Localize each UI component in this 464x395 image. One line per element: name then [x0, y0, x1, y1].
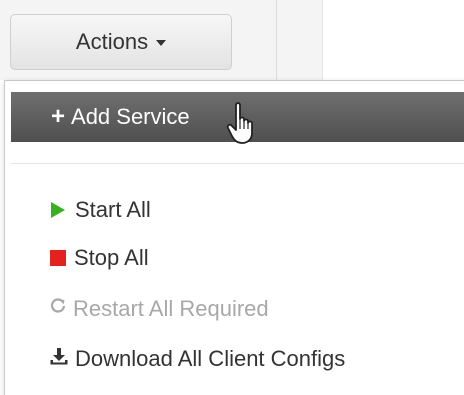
menu-item-label: Restart All Required [73, 296, 269, 321]
screen: Actions + Add Service Start All Stop All… [0, 0, 464, 395]
menu-item-label: Stop All [74, 245, 149, 270]
caret-down-icon [156, 40, 167, 46]
menu-item-restart-all-required[interactable]: Restart All Required [49, 292, 269, 326]
toolbar-divider-secondary [322, 0, 323, 80]
play-icon [51, 202, 65, 218]
menu-item-download-all-client-configs[interactable]: Download All Client Configs [49, 342, 345, 376]
restart-icon [49, 297, 67, 321]
stop-icon [50, 250, 66, 266]
download-icon [49, 346, 69, 372]
hand-cursor-icon [226, 102, 253, 144]
menu-item-label: Add Service [71, 104, 190, 129]
toolbar-divider [276, 0, 277, 80]
plus-icon: + [51, 103, 66, 130]
actions-dropdown-button[interactable]: Actions [10, 14, 232, 70]
toolbar-right-panel [323, 0, 464, 80]
actions-label: Actions [75, 29, 149, 54]
menu-item-start-all[interactable]: Start All [49, 193, 151, 227]
menu-item-stop-all[interactable]: Stop All [49, 241, 149, 275]
menu-item-label: Start All [75, 197, 151, 222]
menu-item-label: Download All Client Configs [75, 346, 346, 371]
menu-divider [11, 163, 464, 164]
